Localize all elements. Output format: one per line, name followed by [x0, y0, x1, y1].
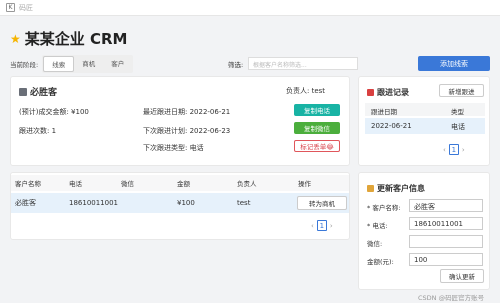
app-logo-icon: K	[6, 3, 15, 12]
calendar-icon	[367, 89, 374, 96]
new-follow-button[interactable]: 新增跟进	[439, 84, 484, 97]
table-pagination: ‹ 1 ›	[311, 220, 333, 231]
wechat-label: 微信:	[367, 240, 383, 248]
watermark: CSDN @码匠官方账号	[418, 294, 485, 302]
follow-log-header: 跟进日期 类型	[365, 103, 485, 116]
customer-name-label: * 客户名称:	[367, 204, 401, 212]
app-name: 码匠	[19, 3, 33, 12]
update-customer-card: 更新客户信息 * 客户名称: 必胜客 * 电话: 18610011001 微信:…	[358, 172, 490, 290]
page-header: ★ 某某企业 CRM	[10, 28, 127, 49]
customer-title: 必胜客	[19, 85, 57, 98]
stage-label: 当前阶段:	[10, 61, 39, 69]
convert-to-opportunity-button[interactable]: 转为商机	[297, 196, 347, 210]
customer-name-field[interactable]: 必胜客	[409, 199, 483, 212]
owner-label: 负责人:	[286, 87, 310, 95]
filter-bar: 当前阶段: 线索 商机 客户 筛选: 根据客户名称筛选... 添加线索	[10, 55, 490, 73]
building-icon	[19, 87, 27, 96]
copy-phone-button[interactable]: 复制电话	[294, 104, 340, 116]
col-amount: 金额	[177, 180, 190, 188]
col-wechat: 微信	[121, 180, 134, 188]
cell-phone: 18610011001	[69, 199, 118, 207]
update-form-title: 更新客户信息	[367, 183, 425, 194]
table-row[interactable]: 必胜客 18610011001 ¥100 test 转为商机	[11, 193, 349, 213]
next-follow-plan: 下次跟进计划: 2022-06-23	[143, 127, 231, 135]
col-name: 客户名称	[15, 180, 41, 188]
add-lead-button[interactable]: 添加线索	[418, 56, 490, 71]
owner-info: 负责人: test	[286, 86, 325, 96]
page-number[interactable]: 1	[316, 220, 327, 231]
customer-name: 必胜客	[30, 88, 58, 98]
last-follow-date: 最近跟进日期: 2022-06-21	[143, 108, 231, 116]
cell-amount: ¥100	[177, 199, 195, 207]
follow-count: 跟进次数: 1	[19, 127, 57, 135]
follow-log-title: 跟进记录	[367, 87, 409, 98]
list-item[interactable]: 2022-06-21 电话	[365, 118, 485, 134]
owner-value: test	[311, 87, 326, 95]
tab-leads[interactable]: 线索	[43, 56, 75, 72]
cell-name: 必胜客	[15, 199, 36, 207]
follow-log-pagination: ‹ 1 ›	[443, 144, 465, 155]
tab-customers[interactable]: 客户	[103, 56, 132, 72]
update-form-title-text: 更新客户信息	[377, 184, 425, 193]
stage-tabs: 线索 商机 客户	[42, 55, 134, 73]
follow-log-title-text: 跟进记录	[377, 88, 409, 97]
phone-label: * 电话:	[367, 222, 388, 230]
follow-log-card: 跟进记录 新增跟进 跟进日期 类型 2022-06-21 电话 ‹ 1 ›	[358, 76, 490, 166]
col-owner: 负责人	[237, 180, 257, 188]
next-page-icon[interactable]: ›	[330, 222, 333, 230]
col-action: 操作	[298, 180, 311, 188]
confirm-update-button[interactable]: 确认更新	[440, 269, 484, 283]
next-follow-type: 下次跟进类型: 电话	[143, 144, 204, 152]
amount-field[interactable]: 100	[409, 253, 483, 266]
follow-type: 电话	[451, 123, 465, 131]
mark-lost-button[interactable]: 标记丢单😂	[294, 140, 340, 152]
page-number[interactable]: 1	[448, 144, 459, 155]
col-phone: 电话	[69, 180, 82, 188]
leads-table: 客户名称 电话 微信 金额 负责人 操作 必胜客 18610011001 ¥10…	[10, 172, 350, 240]
follow-date: 2022-06-21	[371, 122, 412, 130]
app-topbar: K 码匠	[0, 0, 500, 16]
col-follow-date: 跟进日期	[371, 108, 397, 116]
search-input[interactable]: 根据客户名称筛选...	[248, 57, 358, 70]
phone-field[interactable]: 18610011001	[409, 217, 483, 230]
deal-amount: (预计)成交金额: ¥100	[19, 108, 89, 116]
next-page-icon[interactable]: ›	[462, 146, 465, 154]
search-label: 筛选:	[228, 61, 244, 69]
copy-wechat-button[interactable]: 复制微信	[294, 122, 340, 134]
page-title: 某某企业 CRM	[24, 30, 128, 48]
prev-page-icon[interactable]: ‹	[443, 146, 446, 154]
table-header: 客户名称 电话 微信 金额 负责人 操作	[11, 175, 349, 191]
col-follow-type: 类型	[451, 108, 464, 116]
cell-owner: test	[237, 199, 251, 207]
wechat-field[interactable]	[409, 235, 483, 248]
star-icon: ★	[10, 31, 21, 46]
tab-opportunities[interactable]: 商机	[74, 56, 103, 72]
edit-icon	[367, 185, 374, 192]
customer-detail-card: 必胜客 负责人: test (预计)成交金额: ¥100 跟进次数: 1 最近跟…	[10, 76, 350, 166]
prev-page-icon[interactable]: ‹	[311, 222, 314, 230]
amount-label: 金额(元):	[367, 258, 394, 266]
